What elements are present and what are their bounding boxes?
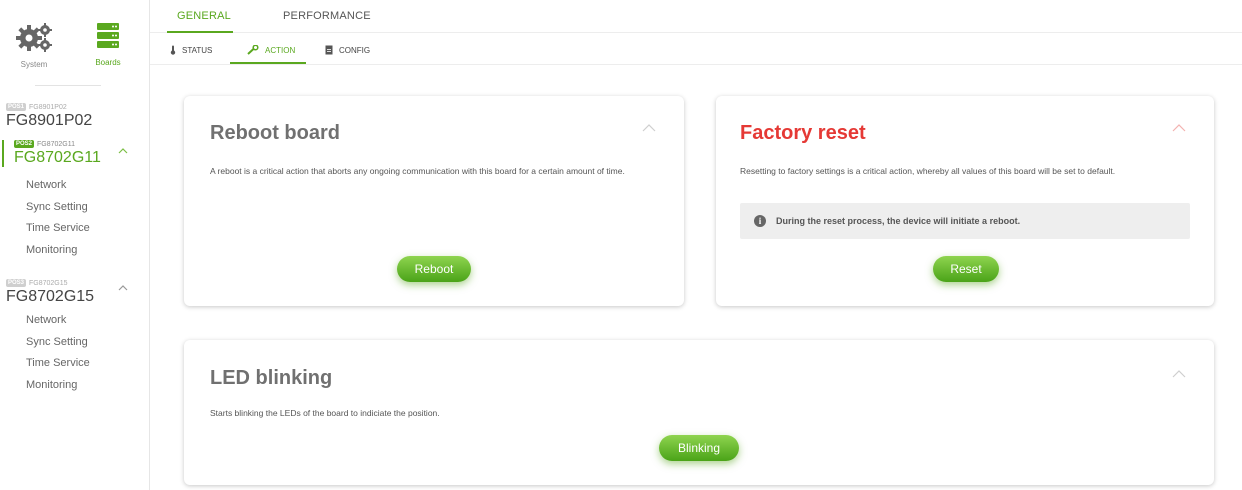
- wrench-icon: [247, 45, 259, 55]
- submenu-network[interactable]: Network: [26, 310, 146, 332]
- tab-performance[interactable]: PERFORMANCE: [283, 10, 371, 22]
- chevron-up-icon[interactable]: [1172, 124, 1186, 132]
- subtab-status-label: STATUS: [182, 45, 213, 55]
- led-blinking-title: LED blinking: [210, 367, 333, 389]
- factory-reset-title: Factory reset: [740, 122, 866, 144]
- board-submenu: Network Sync Setting Time Service Monito…: [6, 310, 146, 396]
- subtab-action-label: ACTION: [265, 45, 296, 55]
- board-name: FG8901P02: [6, 112, 93, 129]
- pos-badge: POS2: [14, 140, 35, 148]
- chevron-up-icon[interactable]: [118, 285, 128, 291]
- submenu-sync-setting[interactable]: Sync Setting: [26, 197, 146, 219]
- reset-button[interactable]: Reset: [933, 256, 999, 282]
- subtab-status[interactable]: STATUS: [170, 45, 212, 55]
- submenu-time-service[interactable]: Time Service: [26, 218, 146, 240]
- board-pos-line: POS2 FG8702G11: [14, 140, 146, 148]
- chevron-up-icon[interactable]: [118, 148, 128, 154]
- server-icon: [97, 23, 119, 48]
- gears-icon: [16, 23, 52, 52]
- info-icon: i: [754, 215, 766, 227]
- chevron-up-icon[interactable]: [1172, 370, 1186, 378]
- submenu-monitoring[interactable]: Monitoring: [26, 240, 146, 262]
- led-blinking-card: LED blinking Starts blinking the LEDs of…: [184, 340, 1214, 485]
- board-item-fg8702g15[interactable]: POS3 FG8702G15 FG8702G15 Network Sync Se…: [6, 279, 146, 396]
- factory-reset-card: Factory reset Resetting to factory setti…: [716, 96, 1214, 306]
- submenu-monitoring[interactable]: Monitoring: [26, 375, 146, 397]
- board-small-id: FG8702G11: [37, 140, 76, 148]
- sidebar: System Boards POS1 FG8901P02 FG8901P02 P…: [0, 0, 150, 490]
- system-nav-item[interactable]: System: [4, 22, 64, 69]
- board-small-id: FG8901P02: [29, 103, 67, 111]
- boards-nav-item[interactable]: Boards: [78, 22, 138, 67]
- submenu-sync-setting[interactable]: Sync Setting: [26, 332, 146, 354]
- thermometer-icon: [170, 45, 176, 55]
- chevron-up-icon[interactable]: [642, 124, 656, 132]
- subtab-config[interactable]: CONFIG: [325, 45, 370, 55]
- board-small-id: FG8702G15: [29, 279, 68, 287]
- submenu-network[interactable]: Network: [26, 175, 146, 197]
- system-label: System: [20, 60, 48, 69]
- subtab-active-indicator: [230, 62, 306, 64]
- board-item-fg8702g11[interactable]: POS2 FG8702G11 FG8702G11 Network Sync Se…: [2, 140, 146, 261]
- pos-badge: POS1: [6, 103, 27, 111]
- blinking-button[interactable]: Blinking: [659, 435, 739, 461]
- boards-label: Boards: [95, 58, 121, 67]
- reset-info-note: i During the reset process, the device w…: [740, 203, 1190, 239]
- board-item-fg8901p02[interactable]: POS1 FG8901P02 FG8901P02: [6, 103, 146, 130]
- file-icon: [325, 45, 333, 55]
- submenu-time-service[interactable]: Time Service: [26, 353, 146, 375]
- led-blinking-description: Starts blinking the LEDs of the board to…: [210, 408, 440, 418]
- reset-note-text: During the reset process, the device wil…: [776, 216, 1021, 226]
- tab-general[interactable]: GENERAL: [177, 10, 231, 22]
- sidebar-top-nav: System Boards: [0, 22, 150, 72]
- pos-badge: POS3: [6, 279, 27, 287]
- sub-tabs: STATUS ACTION CONFIG: [150, 33, 1242, 65]
- factory-reset-description: Resetting to factory settings is a criti…: [740, 166, 1116, 176]
- board-pos-line: POS1 FG8901P02: [6, 103, 146, 111]
- reboot-card: Reboot board A reboot is a critical acti…: [184, 96, 684, 306]
- board-submenu: Network Sync Setting Time Service Monito…: [6, 175, 146, 261]
- reboot-button[interactable]: Reboot: [397, 256, 471, 282]
- sidebar-divider: [35, 85, 101, 86]
- subtab-config-label: CONFIG: [339, 45, 371, 55]
- subtab-action[interactable]: ACTION: [247, 45, 295, 55]
- reboot-description: A reboot is a critical action that abort…: [210, 166, 625, 176]
- reboot-title: Reboot board: [210, 122, 340, 144]
- main-tabs: GENERAL PERFORMANCE: [150, 0, 1242, 33]
